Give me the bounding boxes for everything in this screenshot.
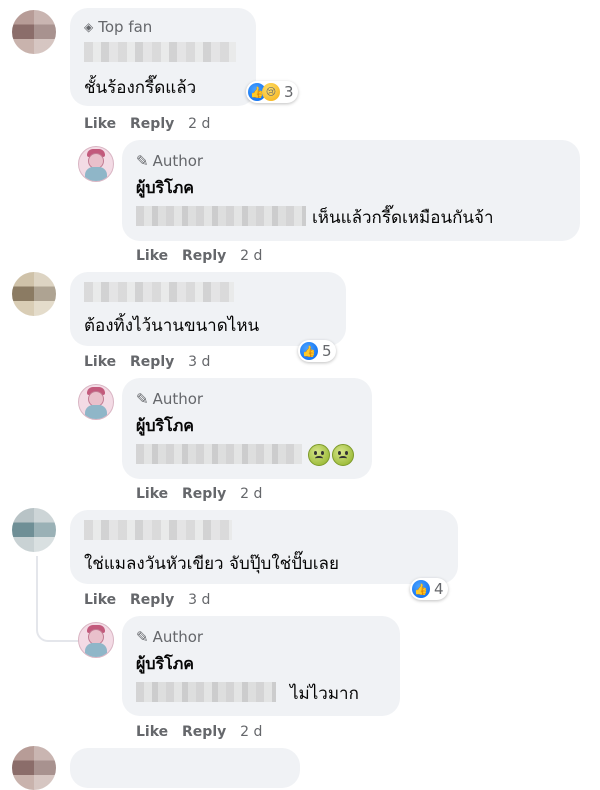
author-badge: ✎ Author — [136, 390, 204, 408]
redacted-text — [136, 682, 276, 702]
author-avatar[interactable] — [78, 384, 114, 420]
comment-text: ต้องทิ้งไว้นานขนาดไหน — [84, 316, 260, 336]
reply-bubble: ✎ Author ผู้บริโภค เห็นแล้วกรี๊ดเหมือนกั… — [122, 140, 580, 241]
pencil-icon: ✎ — [136, 390, 149, 408]
diamond-icon: ◈ — [84, 20, 94, 34]
comment-bubble — [70, 748, 300, 788]
comment-actions: Like Reply 3 d — [84, 354, 219, 370]
reply-button[interactable]: Reply — [182, 724, 226, 740]
commenter-avatar[interactable] — [12, 746, 56, 790]
reply-text: ไม่ไวมาก — [290, 684, 359, 704]
reply-bubble: ✎ Author ผู้บริโภค ไม่ไวมาก — [122, 616, 400, 716]
like-button[interactable]: Like — [136, 486, 168, 502]
author-name[interactable]: ผู้บริโภค — [136, 176, 194, 201]
reply-actions: Like Reply 2 d — [136, 248, 271, 264]
redacted-commenter-name — [84, 520, 232, 540]
commenter-avatar[interactable] — [12, 272, 56, 316]
reaction-summary[interactable]: 👍 😢 3 — [246, 81, 298, 103]
reply-text: เห็นแล้วกรี๊ดเหมือนกันจ้า — [312, 208, 494, 228]
like-button[interactable]: Like — [84, 592, 116, 608]
commenter-avatar[interactable] — [12, 10, 56, 54]
reply-actions: Like Reply 2 d — [136, 724, 271, 740]
author-name[interactable]: ผู้บริโภค — [136, 414, 194, 439]
timestamp[interactable]: 3 d — [188, 592, 210, 608]
pencil-icon: ✎ — [136, 628, 149, 646]
reply-button[interactable]: Reply — [130, 354, 174, 370]
sad-icon: 😢 — [262, 83, 280, 101]
comment-actions: Like Reply 3 d — [84, 592, 219, 608]
comment-text: ชั้นร้องกรี๊ดแล้ว — [84, 78, 197, 98]
comment-actions: Like Reply 2 d — [84, 116, 219, 132]
like-button[interactable]: Like — [136, 248, 168, 264]
redacted-commenter-name — [84, 42, 236, 62]
nauseated-emoji-icon — [308, 444, 330, 466]
author-badge: ✎ Author — [136, 152, 204, 170]
timestamp[interactable]: 2 d — [240, 486, 262, 502]
comment-bubble: ใช่แมลงวันหัวเขียว จับปุ๊บใช่ปั๊บเลย — [70, 510, 458, 584]
timestamp[interactable]: 2 d — [188, 116, 210, 132]
comment-bubble: ต้องทิ้งไว้นานขนาดไหน — [70, 272, 346, 346]
like-icon: 👍 — [412, 580, 430, 598]
like-button[interactable]: Like — [84, 116, 116, 132]
top-fan-badge: ◈ Top fan — [84, 18, 153, 36]
reaction-summary[interactable]: 👍 5 — [298, 340, 336, 362]
reply-button[interactable]: Reply — [130, 116, 174, 132]
author-badge: ✎ Author — [136, 628, 204, 646]
like-icon: 👍 — [300, 342, 318, 360]
reaction-summary[interactable]: 👍 4 — [410, 578, 448, 600]
pencil-icon: ✎ — [136, 152, 149, 170]
comment-text: ใช่แมลงวันหัวเขียว จับปุ๊บใช่ปั๊บเลย — [84, 554, 339, 574]
commenter-avatar[interactable] — [12, 508, 56, 552]
like-button[interactable]: Like — [136, 724, 168, 740]
reply-actions: Like Reply 2 d — [136, 486, 271, 502]
comment-bubble: ◈ Top fan ชั้นร้องกรี๊ดแล้ว — [70, 8, 256, 106]
nauseated-emoji-icon — [332, 444, 354, 466]
redacted-commenter-name — [84, 282, 234, 302]
reply-button[interactable]: Reply — [182, 248, 226, 264]
redacted-text — [136, 444, 302, 464]
reply-button[interactable]: Reply — [130, 592, 174, 608]
like-button[interactable]: Like — [84, 354, 116, 370]
author-avatar[interactable] — [78, 146, 114, 182]
author-avatar[interactable] — [78, 622, 114, 658]
author-name[interactable]: ผู้บริโภค — [136, 652, 194, 677]
timestamp[interactable]: 2 d — [240, 724, 262, 740]
timestamp[interactable]: 2 d — [240, 248, 262, 264]
reply-button[interactable]: Reply — [182, 486, 226, 502]
redacted-text — [136, 206, 306, 226]
timestamp[interactable]: 3 d — [188, 354, 210, 370]
reply-bubble: ✎ Author ผู้บริโภค — [122, 378, 372, 479]
